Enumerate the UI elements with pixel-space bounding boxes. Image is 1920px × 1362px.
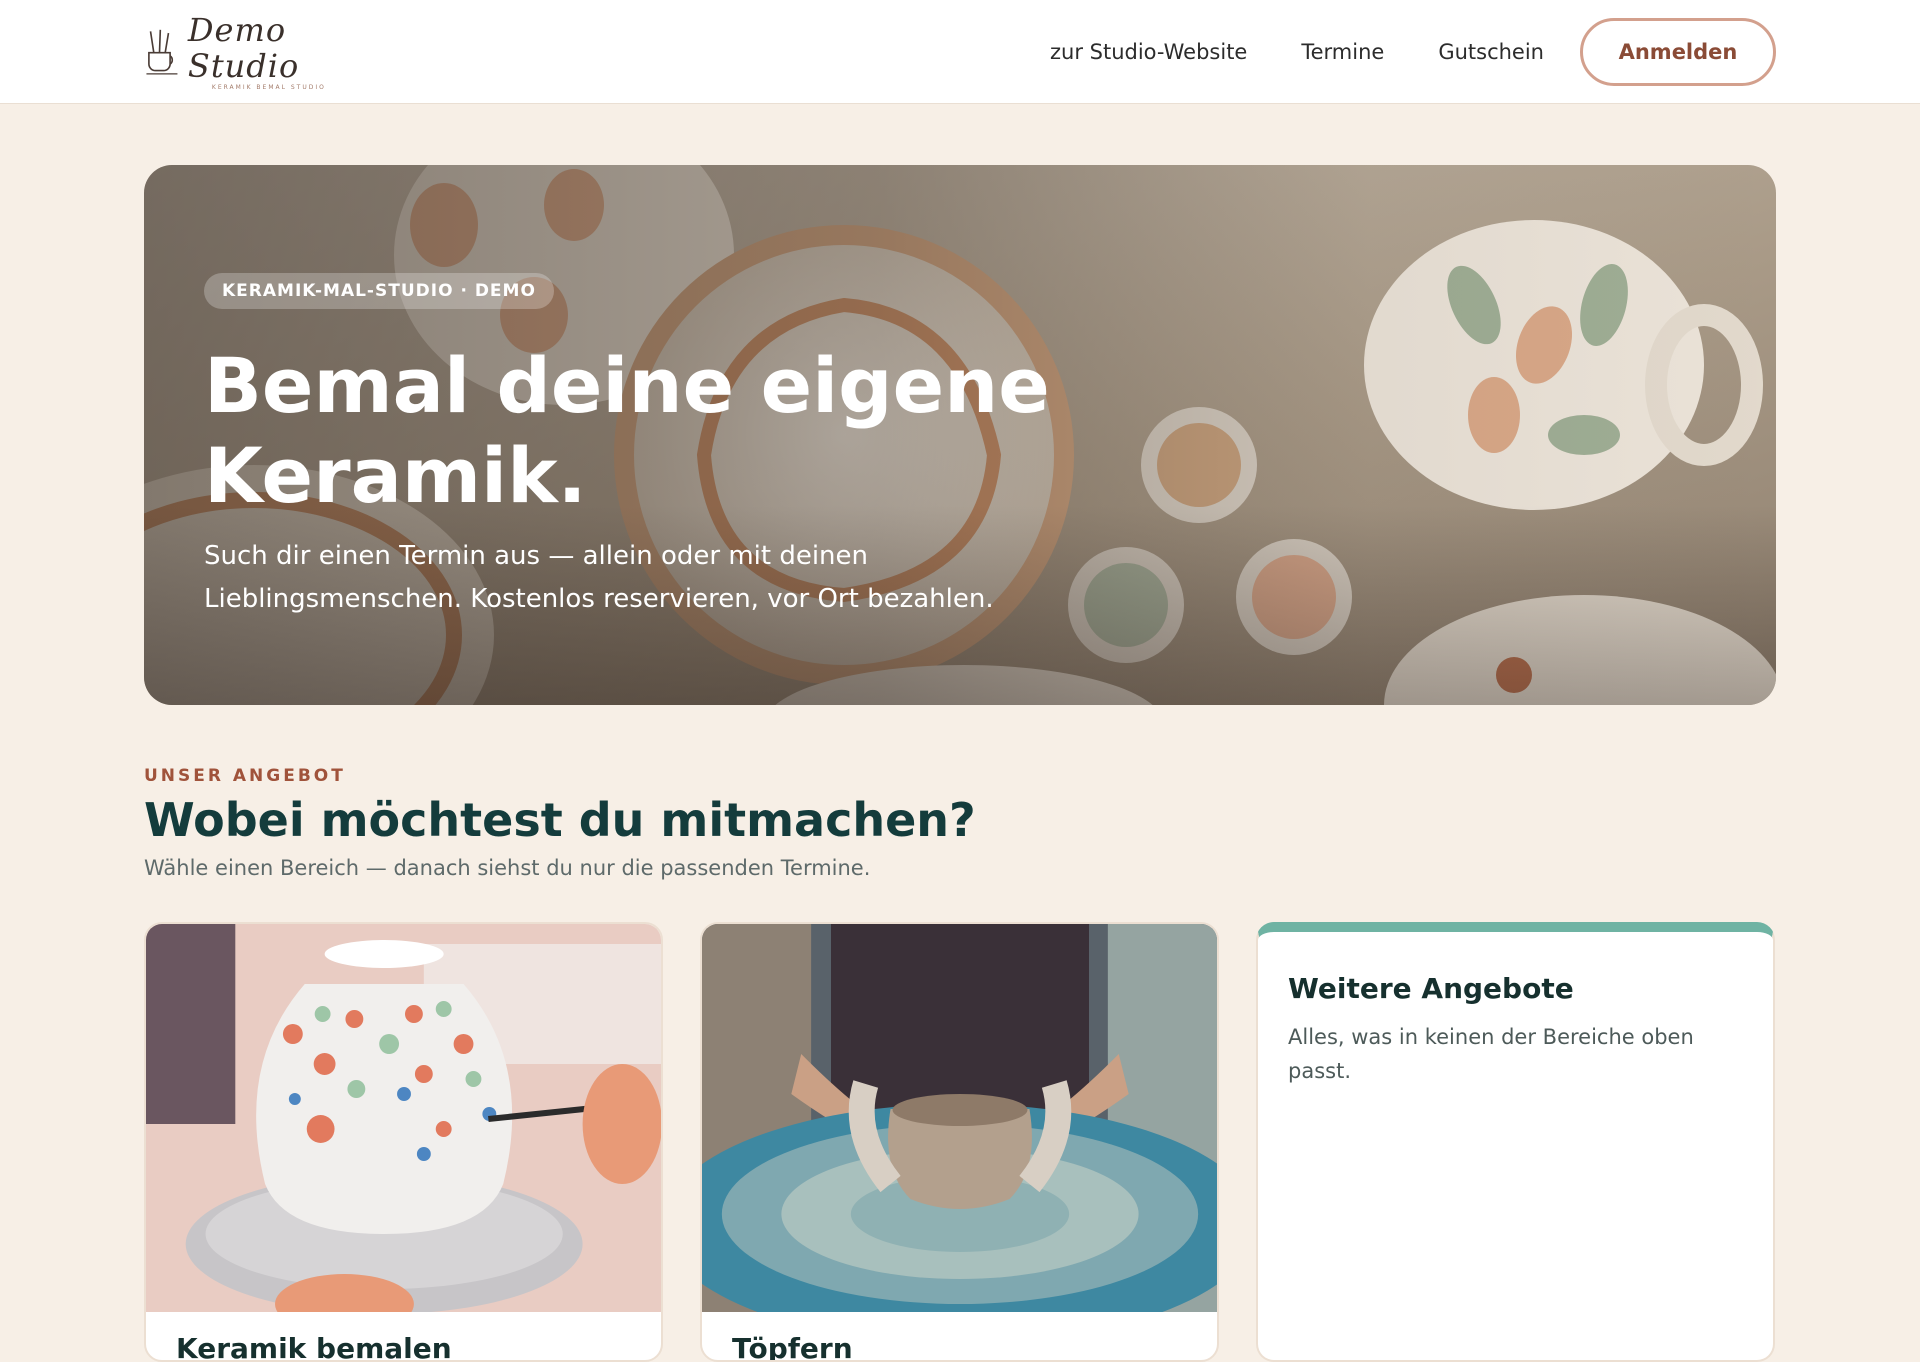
category-card-weitere-angebote[interactable]: Weitere Angebote Alles, was in keinen de… xyxy=(1256,922,1775,1362)
card-title: Töpfern xyxy=(732,1332,853,1362)
category-card-toepfern[interactable]: Töpfern xyxy=(700,922,1219,1362)
hero-title: Bemal deine eigene Keramik. xyxy=(204,341,1104,521)
top-navigation-bar: Demo Studio KERAMIK BEMAL STUDIO zur Stu… xyxy=(0,0,1920,104)
hero-title-line1: Bemal deine eigene xyxy=(204,341,1050,430)
cup-brushes-icon xyxy=(146,29,178,75)
painted-vase-photo xyxy=(146,924,661,1312)
logo-subtitle: KERAMIK BEMAL STUDIO xyxy=(211,83,326,91)
nav-studio-website[interactable]: zur Studio-Website xyxy=(1050,40,1247,64)
pottery-wheel-photo xyxy=(702,924,1217,1312)
category-card-keramik-bemalen[interactable]: Keramik bemalen xyxy=(144,922,663,1362)
card-title: Keramik bemalen xyxy=(176,1332,452,1362)
section-title: Wobei möchtest du mitmachen? xyxy=(144,793,976,847)
section-kicker: UNSER ANGEBOT xyxy=(144,766,346,786)
studio-logo[interactable]: Demo Studio KERAMIK BEMAL STUDIO xyxy=(144,12,368,91)
hero-title-line2: Keramik. xyxy=(204,431,587,520)
login-button[interactable]: Anmelden xyxy=(1580,18,1776,86)
hero-badge: KERAMIK-MAL-STUDIO · DEMO xyxy=(204,273,554,309)
card-title: Weitere Angebote xyxy=(1288,972,1574,1005)
hero-banner: KERAMIK-MAL-STUDIO · DEMO Bemal deine ei… xyxy=(144,165,1776,705)
logo-name: Demo Studio xyxy=(187,10,300,85)
main-nav: zur Studio-Website Termine Gutschein Anm… xyxy=(1050,18,1776,86)
hero-subtitle: Such dir einen Termin aus — allein oder … xyxy=(204,541,994,614)
card-description: Alles, was in keinen der Bereiche oben p… xyxy=(1288,1025,1694,1083)
nav-gutschein[interactable]: Gutschein xyxy=(1438,40,1544,64)
nav-termine[interactable]: Termine xyxy=(1301,40,1384,64)
section-subtitle: Wähle einen Bereich — danach siehst du n… xyxy=(144,856,871,880)
